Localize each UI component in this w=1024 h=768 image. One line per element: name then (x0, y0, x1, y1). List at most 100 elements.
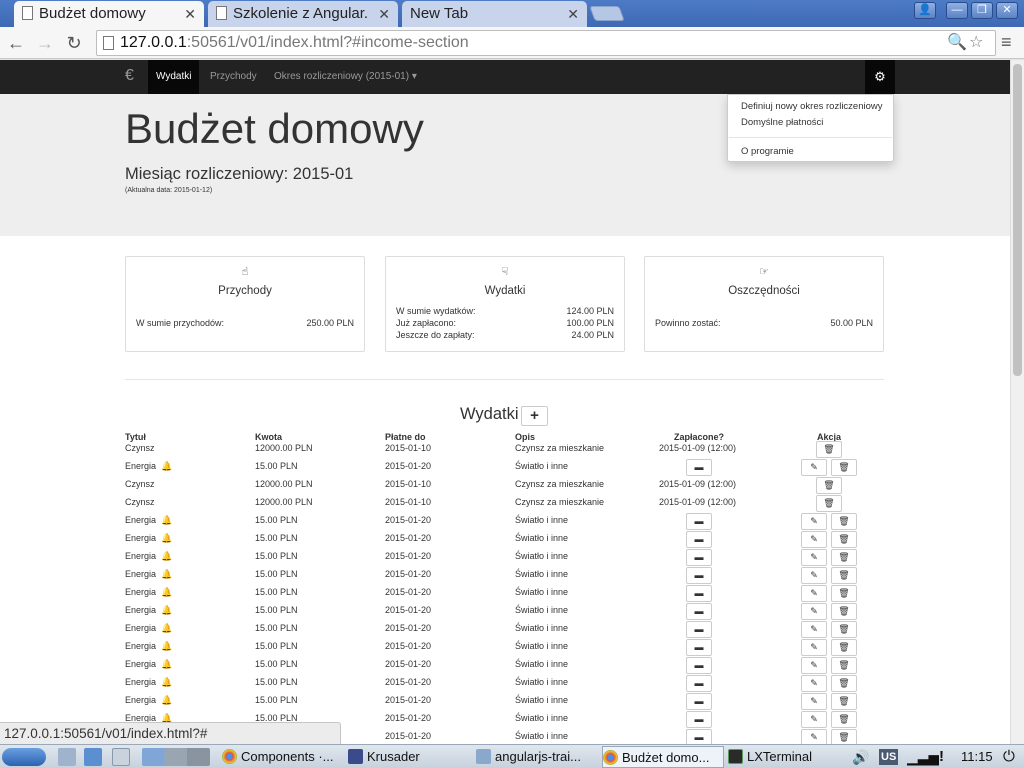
delete-icon[interactable]: 🗑 (816, 477, 842, 494)
pay-card-icon[interactable]: ▬ (686, 729, 712, 744)
back-icon[interactable]: ← (5, 32, 27, 54)
reload-icon[interactable]: ↻ (63, 32, 85, 54)
panel-income: ☝ Przychody W sumie przychodów: 250.00 P… (125, 256, 365, 352)
notification-icon[interactable]: ! (939, 746, 944, 768)
taskbar-app-angularjs[interactable]: angularjs-trai... (476, 746, 600, 768)
tab-budzet-domowy[interactable]: Budżet domowy ✕ (14, 1, 204, 27)
pay-card-icon[interactable]: ▬ (686, 549, 712, 566)
delete-icon[interactable]: 🗑 (831, 603, 857, 620)
window-icon[interactable] (112, 748, 130, 766)
nav-przychody[interactable]: Przychody (202, 60, 265, 94)
delete-icon[interactable]: 🗑 (831, 729, 857, 744)
app-launcher-icon[interactable] (84, 748, 102, 766)
cell-amount: 15.00 PLN (255, 605, 298, 615)
pay-card-icon[interactable]: ▬ (686, 621, 712, 638)
restore-button[interactable]: ❐ (971, 2, 993, 19)
edit-icon[interactable]: ✎ (801, 531, 827, 548)
edit-icon[interactable]: ✎ (801, 657, 827, 674)
menu-icon[interactable]: ≡ (1001, 32, 1012, 53)
star-icon[interactable]: ☆ (969, 31, 983, 55)
cell-amount: 15.00 PLN (255, 695, 298, 705)
pay-card-icon[interactable]: ▬ (686, 711, 712, 728)
edit-icon[interactable]: ✎ (801, 603, 827, 620)
add-expense-button[interactable]: + (521, 406, 548, 426)
close-window-button[interactable]: ✕ (996, 2, 1018, 19)
delete-icon[interactable]: 🗑 (831, 621, 857, 638)
delete-icon[interactable]: 🗑 (831, 657, 857, 674)
menu-item-new-period[interactable]: Definiuj nowy okres rozliczeniowy (741, 101, 883, 112)
cell-due: 2015-01-20 (385, 713, 432, 723)
delete-icon[interactable]: 🗑 (816, 495, 842, 512)
network-signal-icon[interactable]: ▁▃▅ (907, 746, 939, 768)
taskbar-app-krusader[interactable]: Krusader (348, 746, 474, 768)
pay-card-icon[interactable]: ▬ (686, 639, 712, 656)
delete-icon[interactable]: 🗑 (831, 513, 857, 530)
pay-card-icon[interactable]: ▬ (686, 603, 712, 620)
pay-card-icon[interactable]: ▬ (686, 585, 712, 602)
user-icon[interactable]: 👤 (914, 2, 936, 19)
file-manager-icon[interactable] (58, 748, 76, 766)
bell-icon: 🔔 (161, 587, 173, 597)
nav-okres-rozliczeniowy[interactable]: Okres rozliczeniowy (2015-01) ▾ (266, 60, 425, 94)
address-bar[interactable]: 127.0.0.1:50561/v01/index.html?#income-s… (96, 30, 996, 56)
delete-icon[interactable]: 🗑 (831, 711, 857, 728)
minimize-button[interactable]: — (946, 2, 968, 19)
edit-icon[interactable]: ✎ (801, 621, 827, 638)
pay-card-icon[interactable]: ▬ (686, 657, 712, 674)
delete-icon[interactable]: 🗑 (831, 675, 857, 692)
gear-icon[interactable]: ⚙ (865, 60, 895, 94)
delete-icon[interactable]: 🗑 (831, 693, 857, 710)
edit-icon[interactable]: ✎ (801, 585, 827, 602)
delete-icon[interactable]: 🗑 (831, 459, 857, 476)
edit-icon[interactable]: ✎ (801, 567, 827, 584)
close-icon[interactable]: ✕ (378, 1, 390, 27)
forward-icon[interactable]: → (34, 32, 56, 54)
keyboard-layout[interactable]: US (879, 749, 899, 765)
pay-card-icon[interactable]: ▬ (686, 513, 712, 530)
edit-icon[interactable]: ✎ (801, 459, 827, 476)
menu-item-default-payments[interactable]: Domyślne płatności (741, 117, 823, 128)
edit-icon[interactable]: ✎ (801, 693, 827, 710)
table-row: Czynsz 12000.00 PLN 2015-01-10 Czynsz za mi… (0, 440, 1010, 458)
volume-icon[interactable]: 🔊 (852, 746, 869, 768)
delete-icon[interactable]: 🗑 (831, 639, 857, 656)
pay-card-icon[interactable]: ▬ (686, 693, 712, 710)
menu-item-about[interactable]: O programie (741, 146, 794, 157)
taskbar-app-lxterminal[interactable]: LXTerminal (728, 746, 848, 768)
delete-icon[interactable]: 🗑 (831, 585, 857, 602)
edit-icon[interactable]: ✎ (801, 711, 827, 728)
dropdown-divider (729, 137, 892, 138)
page-scrollbar[interactable] (1010, 60, 1024, 744)
edit-icon[interactable]: ✎ (801, 675, 827, 692)
delete-icon[interactable]: 🗑 (831, 567, 857, 584)
edit-icon[interactable]: ✎ (801, 639, 827, 656)
delete-icon[interactable]: 🗑 (831, 549, 857, 566)
edit-icon[interactable]: ✎ (801, 729, 827, 744)
pay-card-icon[interactable]: ▬ (686, 675, 712, 692)
pay-card-icon[interactable]: ▬ (686, 531, 712, 548)
pay-card-icon[interactable]: ▬ (686, 567, 712, 584)
scrollbar-thumb[interactable] (1013, 64, 1022, 376)
tab-new-tab[interactable]: New Tab ✕ (402, 1, 587, 27)
edit-icon[interactable]: ✎ (801, 549, 827, 566)
edit-icon[interactable]: ✎ (801, 513, 827, 530)
start-menu-icon[interactable] (2, 748, 46, 766)
close-icon[interactable]: ✕ (567, 1, 579, 27)
bell-icon: 🔔 (161, 641, 173, 651)
table-row: Energia 15.00 PLN 2015-01-20 Światło i inne… (0, 458, 1010, 476)
delete-icon[interactable]: 🗑 (831, 531, 857, 548)
new-tab-button[interactable] (589, 6, 625, 21)
pay-card-icon[interactable]: ▬ (686, 459, 712, 476)
panel-row: Jeszcze do zapłaty: 24.00 PLN (396, 330, 614, 340)
zoom-icon[interactable]: 🔍 (947, 31, 967, 55)
taskbar-app-components[interactable]: Components ·... (222, 746, 346, 768)
nav-wydatki[interactable]: Wydatki (148, 60, 200, 94)
delete-icon[interactable]: 🗑 (816, 441, 842, 458)
desktop-pager[interactable] (142, 748, 210, 766)
euro-brand-icon[interactable]: € (125, 67, 134, 85)
panel-row: W sumie przychodów: 250.00 PLN (136, 318, 354, 328)
taskbar-app-budzet[interactable]: Budżet domo... (602, 746, 724, 768)
tab-szkolenie[interactable]: Szkolenie z Angular. ✕ (208, 1, 398, 27)
power-icon[interactable]: ⏻ (1003, 746, 1015, 768)
close-icon[interactable]: ✕ (184, 1, 196, 27)
